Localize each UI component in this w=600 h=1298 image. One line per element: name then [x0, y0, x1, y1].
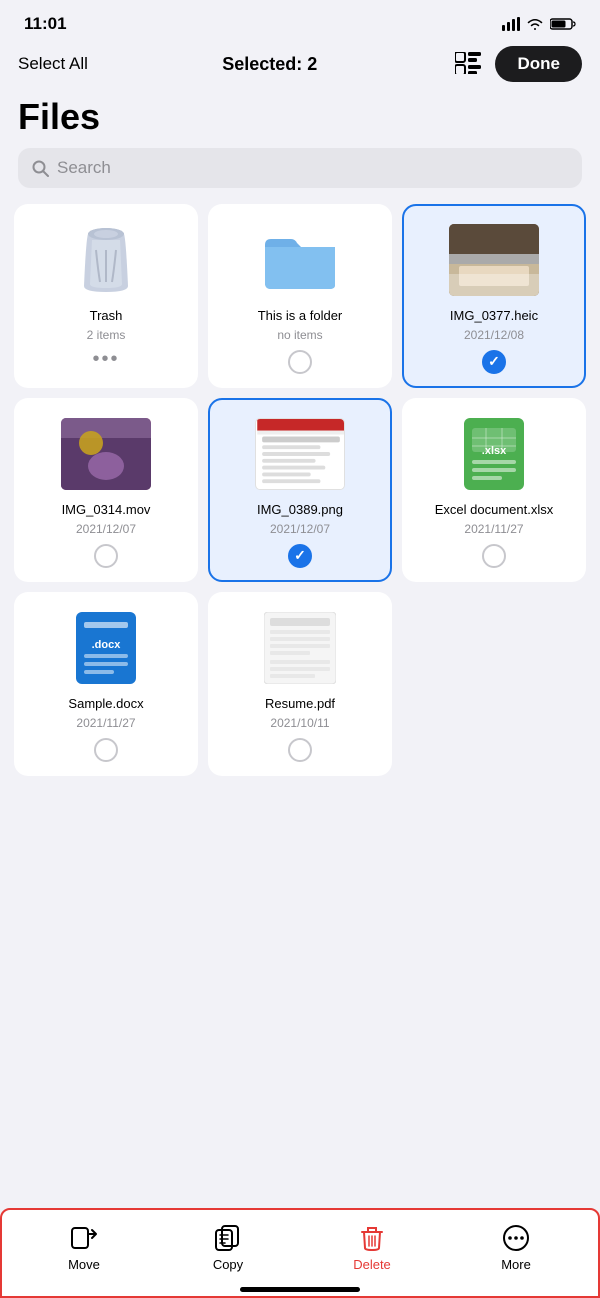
file-card-img0389[interactable]: IMG_0389.png 2021/12/07 [208, 398, 392, 582]
search-bar[interactable]: Search [18, 148, 582, 188]
search-placeholder: Search [57, 158, 111, 178]
file-icon-area [26, 220, 186, 300]
file-date: 2021/10/11 [270, 716, 329, 730]
selected-count-label: Selected: 2 [222, 54, 317, 75]
file-date: 2021/11/27 [464, 522, 523, 536]
file-icon-area [220, 414, 380, 494]
toolbar-right: Done [451, 46, 582, 82]
more-action[interactable]: More [466, 1224, 566, 1272]
file-card-folder[interactable]: This is a folder no items [208, 204, 392, 388]
trash-icon [78, 226, 134, 294]
file-icon-area: .docx [26, 608, 186, 688]
wifi-icon [526, 17, 544, 31]
heic-preview [449, 224, 539, 296]
xlsx-icon: .xlsx [464, 418, 524, 490]
file-name: Excel document.xlsx [435, 502, 554, 519]
move-action[interactable]: Move [34, 1224, 134, 1272]
file-date: 2021/11/27 [76, 716, 135, 730]
file-name: IMG_0314.mov [62, 502, 151, 519]
file-name: Resume.pdf [265, 696, 335, 713]
copy-icon [214, 1224, 242, 1252]
file-grid: Trash 2 items ••• This is a folder no it… [0, 204, 600, 776]
file-name: Trash [90, 308, 123, 325]
file-card-excel[interactable]: .xlsx Excel document.xlsx 2021/11/27 [402, 398, 586, 582]
file-meta: 2 items [87, 328, 126, 342]
more-label: More [501, 1257, 531, 1272]
file-icon-area [414, 220, 574, 300]
status-time: 11:01 [24, 14, 67, 34]
delete-icon-svg [358, 1224, 386, 1252]
img-thumbnail [449, 224, 539, 296]
copy-icon-svg [214, 1224, 242, 1252]
file-name: IMG_0377.heic [450, 308, 538, 325]
selection-circle[interactable] [94, 544, 118, 568]
file-name: IMG_0389.png [257, 502, 343, 519]
pdf-thumbnail [264, 612, 336, 684]
signal-icon [502, 17, 520, 31]
file-name: Sample.docx [68, 696, 143, 713]
done-button[interactable]: Done [495, 46, 582, 82]
file-icon-area [220, 220, 380, 300]
selection-circle[interactable] [94, 738, 118, 762]
status-bar: 11:01 [0, 0, 600, 40]
delete-action[interactable]: Delete [322, 1224, 422, 1272]
grid-list-icon [455, 52, 481, 74]
move-icon-svg [70, 1224, 98, 1252]
more-icon-svg [502, 1224, 530, 1252]
selection-circle[interactable] [288, 350, 312, 374]
home-indicator [240, 1287, 360, 1292]
select-all-button[interactable]: Select All [18, 50, 88, 78]
move-label: Move [68, 1257, 100, 1272]
page-title: Files [0, 92, 600, 148]
selection-circle-checked[interactable] [482, 350, 506, 374]
img-thumbnail [255, 418, 345, 490]
file-more-dots: ••• [92, 348, 119, 371]
copy-action[interactable]: Copy [178, 1224, 278, 1272]
file-card-img0377[interactable]: IMG_0377.heic 2021/12/08 [402, 204, 586, 388]
folder-icon [261, 229, 339, 291]
file-icon-area: .xlsx [414, 414, 574, 494]
file-icon-area [220, 608, 380, 688]
png-preview [256, 419, 345, 489]
status-icons [502, 17, 576, 31]
docx-icon: .docx [76, 612, 136, 684]
battery-icon [550, 17, 576, 31]
delete-icon [358, 1224, 386, 1252]
file-card-sample[interactable]: .docx Sample.docx 2021/11/27 [14, 592, 198, 776]
svg-text:.docx: .docx [92, 639, 122, 651]
file-date: 2021/12/08 [464, 328, 524, 342]
bottom-toolbar: Move Copy Delete [0, 1208, 600, 1298]
img-thumbnail [61, 418, 151, 490]
view-toggle-button[interactable] [451, 48, 485, 81]
selection-circle[interactable] [482, 544, 506, 568]
delete-label: Delete [353, 1257, 391, 1272]
search-icon [32, 160, 49, 177]
selection-circle[interactable] [288, 738, 312, 762]
mov-preview [61, 418, 151, 490]
file-date: 2021/12/07 [76, 522, 136, 536]
copy-label: Copy [213, 1257, 243, 1272]
file-date: 2021/12/07 [270, 522, 330, 536]
more-icon [502, 1224, 530, 1252]
file-card-img0314[interactable]: IMG_0314.mov 2021/12/07 [14, 398, 198, 582]
file-meta: no items [277, 328, 322, 342]
toolbar: Select All Selected: 2 Done [0, 40, 600, 92]
selection-circle-checked[interactable] [288, 544, 312, 568]
move-icon [70, 1224, 98, 1252]
file-name: This is a folder [258, 308, 343, 325]
file-card-trash[interactable]: Trash 2 items ••• [14, 204, 198, 388]
file-card-resume[interactable]: Resume.pdf 2021/10/11 [208, 592, 392, 776]
file-icon-area [26, 414, 186, 494]
